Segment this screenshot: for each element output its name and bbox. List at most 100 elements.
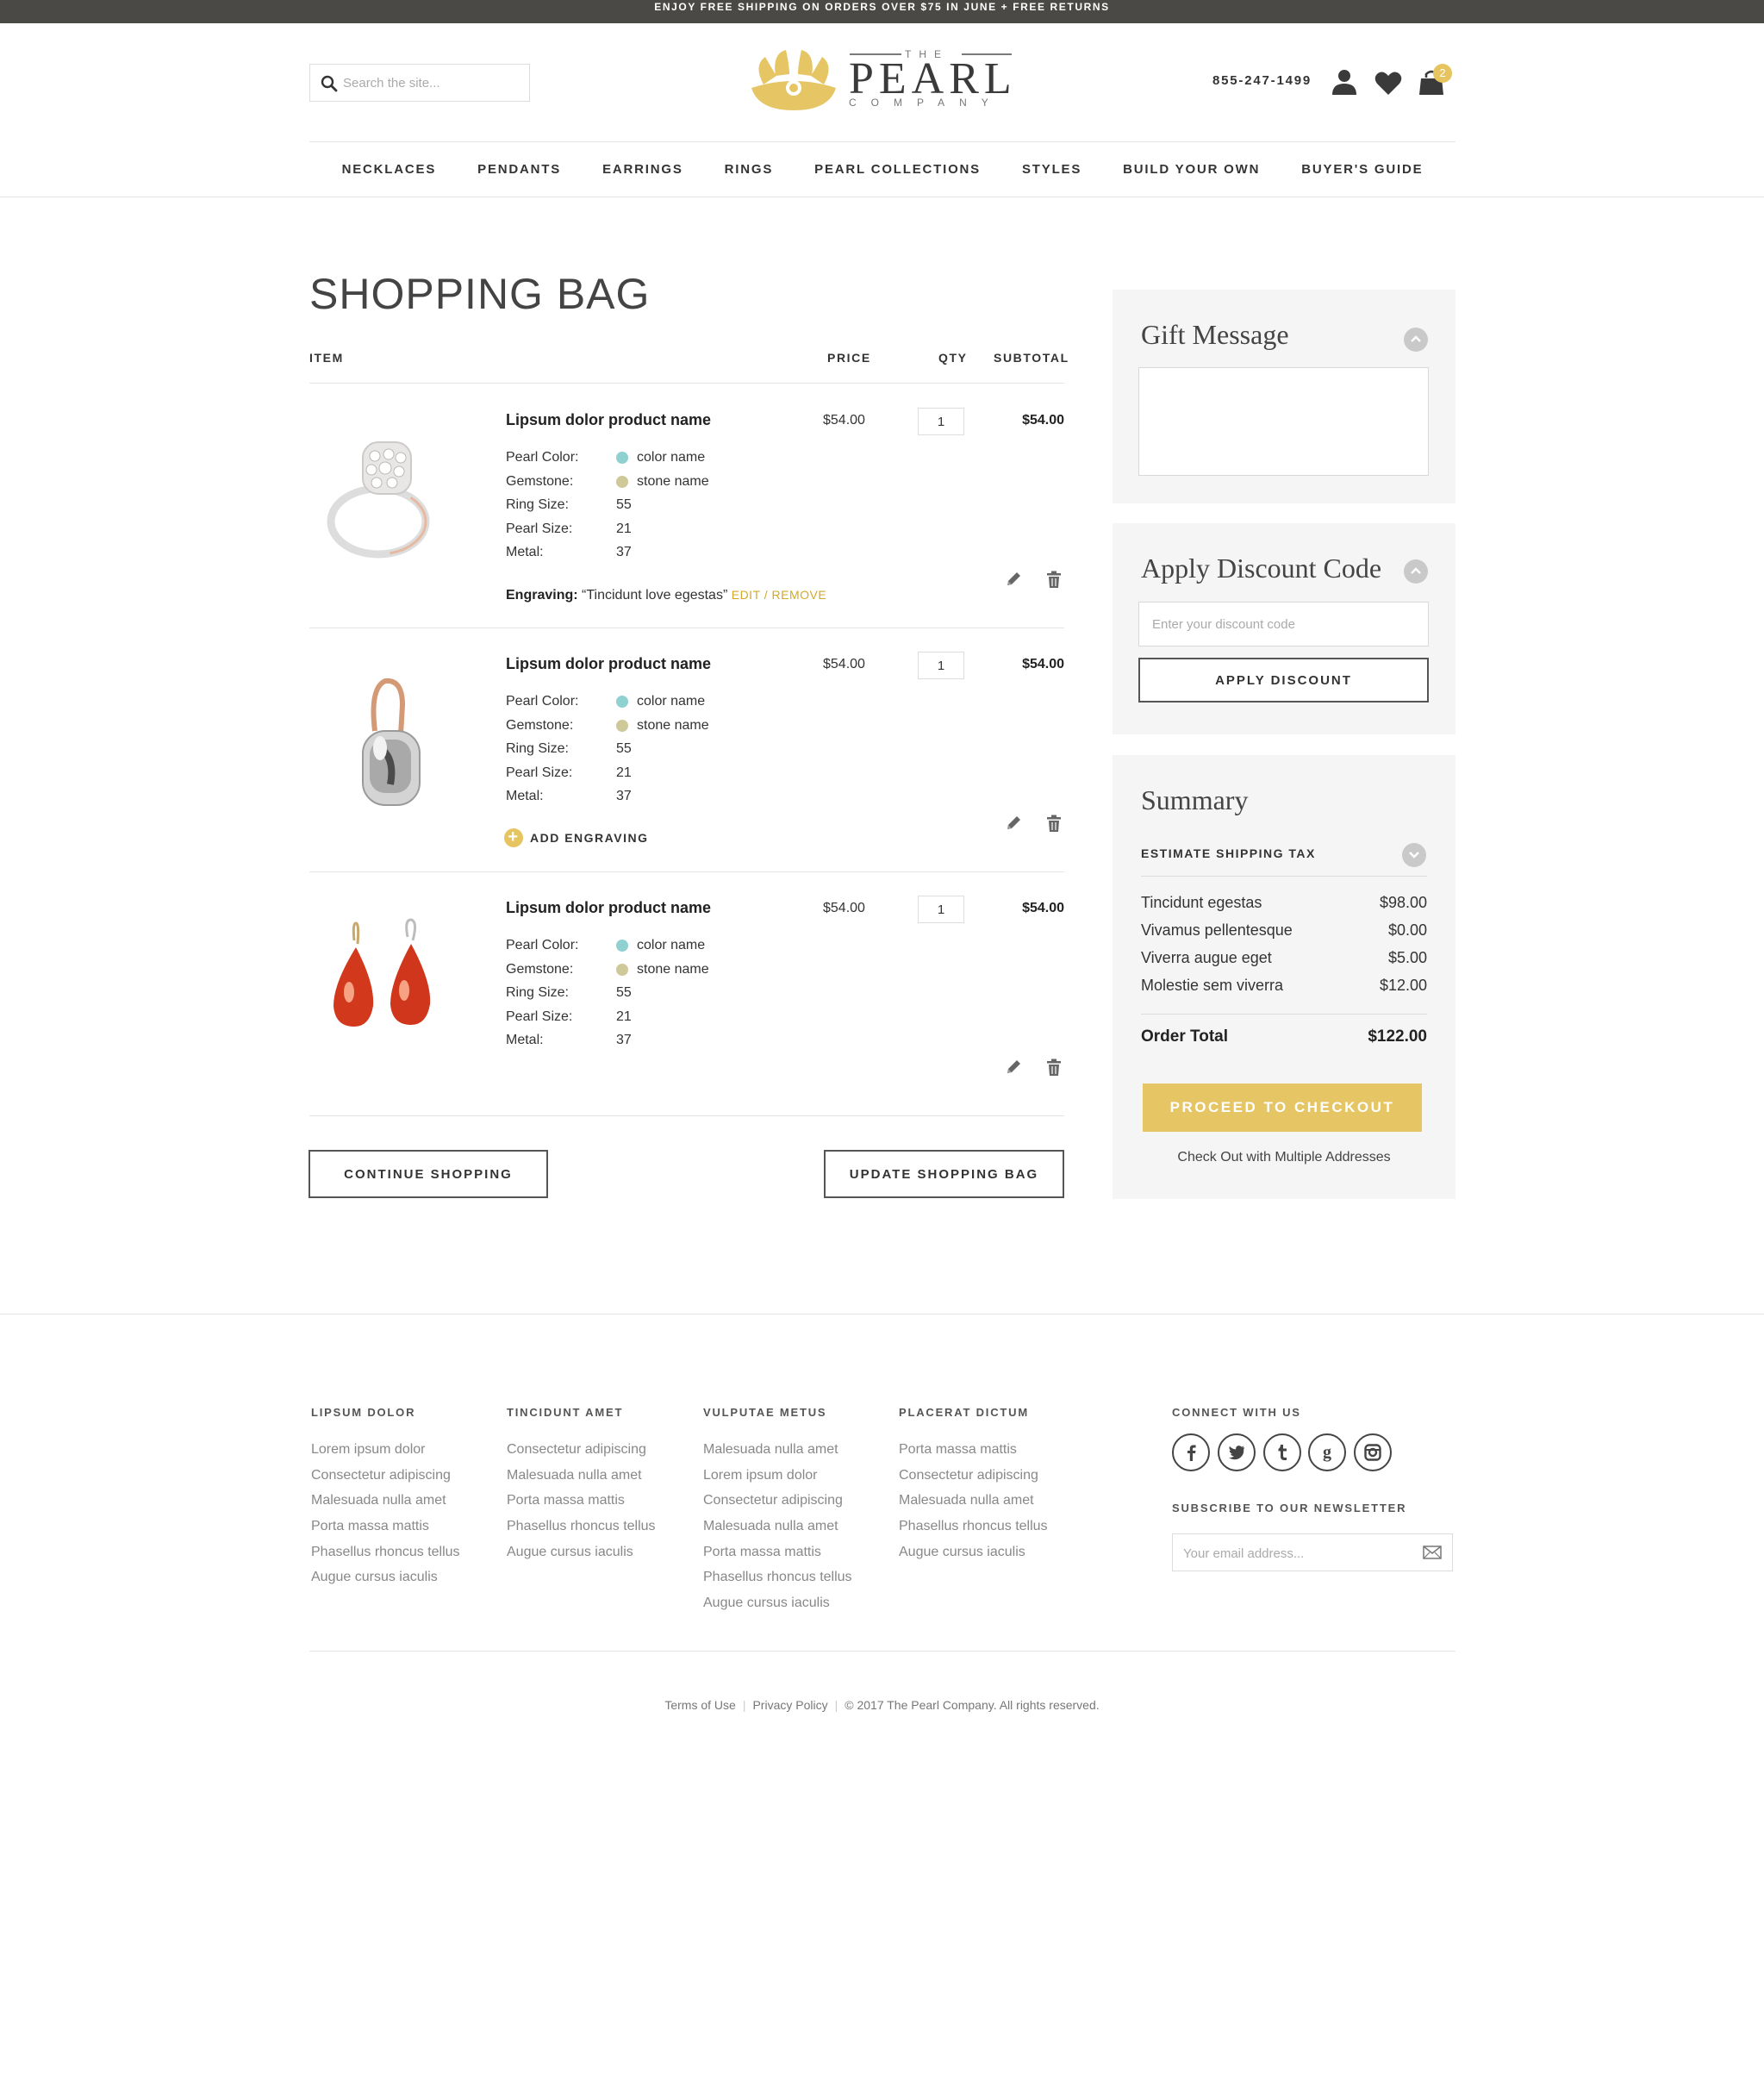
- item-price: $54.00: [823, 657, 865, 671]
- update-shopping-bag-button[interactable]: UPDATE SHOPPING BAG: [824, 1150, 1064, 1198]
- footer-link[interactable]: Porta massa mattis: [507, 1488, 656, 1514]
- spec-value: 21: [616, 521, 632, 536]
- footer-link[interactable]: Malesuada nulla amet: [703, 1514, 852, 1539]
- footer-link[interactable]: Consectetur adipiscing: [703, 1488, 852, 1514]
- pearl-color-swatch: [616, 452, 628, 464]
- tumblr-icon[interactable]: [1263, 1433, 1301, 1471]
- footer-link-list: Malesuada nulla amet Lorem ipsum dolor C…: [703, 1437, 852, 1616]
- quantity-input[interactable]: [918, 408, 964, 435]
- product-name[interactable]: Lipsum dolor product name: [506, 655, 711, 673]
- summary-divider: [1141, 876, 1427, 877]
- nav-earrings[interactable]: EARRINGS: [602, 162, 683, 177]
- estimate-shipping-tax-toggle[interactable]: ESTIMATE SHIPPING TAX: [1141, 846, 1316, 860]
- footer-link[interactable]: Phasellus rhoncus tellus: [703, 1564, 852, 1590]
- privacy-link[interactable]: Privacy Policy: [752, 1698, 827, 1712]
- trash-icon[interactable]: [1044, 1058, 1063, 1077]
- spec-value: 21: [616, 765, 632, 780]
- spec-value: 37: [616, 789, 632, 803]
- user-icon[interactable]: [1330, 67, 1359, 97]
- legal-bar: Terms of Use | Privacy Policy | © 2017 The P…: [0, 1698, 1764, 1712]
- legal-separator: |: [742, 1698, 746, 1712]
- spec-label: Pearl Size:: [506, 765, 573, 780]
- discount-code-input[interactable]: [1138, 602, 1429, 646]
- footer-link[interactable]: Consectetur adipiscing: [507, 1437, 656, 1463]
- footer-link[interactable]: Porta massa mattis: [311, 1514, 460, 1539]
- gift-message-textarea[interactable]: [1138, 367, 1429, 476]
- nav-styles[interactable]: STYLES: [1022, 162, 1081, 177]
- nav-rings[interactable]: RINGS: [725, 162, 774, 177]
- footer-link[interactable]: Porta massa mattis: [899, 1437, 1048, 1463]
- add-engraving-button[interactable]: + ADD ENGRAVING: [504, 828, 648, 847]
- summary-line-value: $5.00: [1387, 949, 1427, 966]
- footer-link[interactable]: Augue cursus iaculis: [311, 1564, 460, 1590]
- spec-label: Ring Size:: [506, 741, 569, 756]
- product-image-ring[interactable]: [318, 418, 456, 582]
- spec-label: Metal:: [506, 789, 544, 803]
- twitter-icon[interactable]: [1218, 1433, 1256, 1471]
- chevron-up-icon[interactable]: [1404, 328, 1428, 352]
- engraving-text: “Tincidunt love egestas”: [582, 588, 728, 603]
- column-qty: QTY: [938, 351, 968, 365]
- edit-icon[interactable]: [1004, 570, 1023, 589]
- continue-shopping-button[interactable]: CONTINUE SHOPPING: [309, 1150, 548, 1198]
- product-image-pendant-earring[interactable]: [318, 662, 456, 826]
- quantity-input[interactable]: [918, 652, 964, 679]
- engraving-edit-remove-link[interactable]: EDIT / REMOVE: [732, 588, 826, 602]
- trash-icon[interactable]: [1044, 570, 1063, 589]
- footer-link[interactable]: Malesuada nulla amet: [899, 1488, 1048, 1514]
- nav-pendants[interactable]: PENDANTS: [477, 162, 561, 177]
- chevron-up-icon[interactable]: [1404, 559, 1428, 584]
- footer-link[interactable]: Consectetur adipiscing: [311, 1463, 460, 1489]
- footer-link[interactable]: Porta massa mattis: [703, 1539, 852, 1565]
- search-icon[interactable]: [321, 75, 338, 92]
- heart-icon[interactable]: [1374, 69, 1403, 98]
- nav-buyers-guide[interactable]: BUYER'S GUIDE: [1301, 162, 1423, 177]
- apply-discount-button[interactable]: APPLY DISCOUNT: [1138, 658, 1429, 703]
- nav-pearl-collections[interactable]: PEARL COLLECTIONS: [814, 162, 981, 177]
- instagram-icon[interactable]: [1354, 1433, 1392, 1471]
- footer-link[interactable]: Malesuada nulla amet: [507, 1463, 656, 1489]
- product-image-red-drop-earrings[interactable]: [318, 906, 456, 1070]
- newsletter-email-input[interactable]: [1183, 1542, 1407, 1564]
- product-specs: Pearl Color: color name Gemstone: stone na…: [506, 934, 709, 1052]
- envelope-icon[interactable]: [1423, 1546, 1442, 1559]
- facebook-icon[interactable]: [1172, 1433, 1210, 1471]
- spec-label: Pearl Size:: [506, 521, 573, 536]
- announcement-bar: ENJOY FREE SHIPPING ON ORDERS OVER $75 I…: [0, 0, 1764, 23]
- footer-link[interactable]: Malesuada nulla amet: [703, 1437, 852, 1463]
- chevron-down-icon[interactable]: [1402, 843, 1426, 867]
- footer-column-title: VULPUTAE METUS: [703, 1406, 827, 1419]
- footer-link[interactable]: Phasellus rhoncus tellus: [311, 1539, 460, 1565]
- summary-line-label: Viverra augue eget: [1141, 949, 1272, 966]
- trash-icon[interactable]: [1044, 814, 1063, 833]
- gemstone-swatch: [616, 475, 628, 488]
- footer-link[interactable]: Phasellus rhoncus tellus: [507, 1514, 656, 1539]
- footer-link[interactable]: Lorem ipsum dolor: [311, 1437, 460, 1463]
- spec-value: 55: [616, 497, 632, 512]
- nav-necklaces[interactable]: NECKLACES: [342, 162, 437, 177]
- footer-link[interactable]: Consectetur adipiscing: [899, 1463, 1048, 1489]
- footer-link-list: Lorem ipsum dolor Consectetur adipiscing…: [311, 1437, 460, 1590]
- google-icon[interactable]: g: [1308, 1433, 1346, 1471]
- terms-link[interactable]: Terms of Use: [664, 1698, 735, 1712]
- nav-build-your-own[interactable]: BUILD YOUR OWN: [1123, 162, 1260, 177]
- footer-link[interactable]: Lorem ipsum dolor: [703, 1463, 852, 1489]
- footer-link[interactable]: Augue cursus iaculis: [703, 1590, 852, 1616]
- edit-icon[interactable]: [1004, 814, 1023, 833]
- quantity-input[interactable]: [918, 896, 964, 923]
- product-name[interactable]: Lipsum dolor product name: [506, 411, 711, 429]
- announcement-text: ENJOY FREE SHIPPING ON ORDERS OVER $75 I…: [654, 1, 1110, 13]
- pearl-color-swatch: [616, 940, 628, 952]
- search-input[interactable]: [343, 72, 520, 94]
- edit-icon[interactable]: [1004, 1058, 1023, 1077]
- proceed-to-checkout-button[interactable]: PROCEED TO CHECKOUT: [1143, 1083, 1422, 1132]
- footer-link[interactable]: Malesuada nulla amet: [311, 1488, 460, 1514]
- spec-label: Pearl Color:: [506, 694, 579, 709]
- phone-number[interactable]: 855-247-1499: [1212, 73, 1312, 88]
- footer-link[interactable]: Augue cursus iaculis: [507, 1539, 656, 1565]
- footer-link[interactable]: Augue cursus iaculis: [899, 1539, 1048, 1565]
- site-search[interactable]: [309, 64, 530, 102]
- multiple-addresses-link[interactable]: Check Out with Multiple Addresses: [1113, 1150, 1455, 1165]
- footer-link[interactable]: Phasellus rhoncus tellus: [899, 1514, 1048, 1539]
- product-name[interactable]: Lipsum dolor product name: [506, 899, 711, 917]
